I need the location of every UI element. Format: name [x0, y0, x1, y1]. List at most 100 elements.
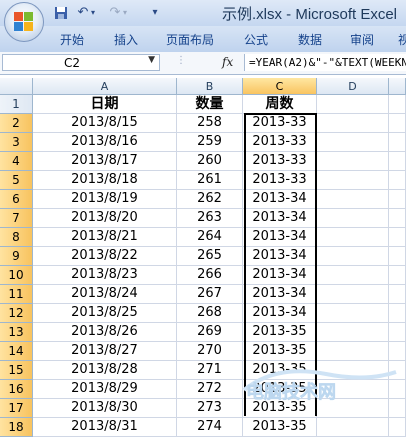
cell-empty[interactable] [389, 399, 406, 418]
cell-quantity[interactable]: 258 [177, 114, 243, 133]
cell-week[interactable]: 2013-35 [243, 342, 317, 361]
cell-quantity[interactable]: 数量 [177, 95, 243, 114]
cell-week[interactable]: 2013-35 [243, 323, 317, 342]
cell-empty[interactable] [389, 418, 406, 437]
row-header[interactable]: 10 [0, 266, 33, 285]
row-header[interactable]: 3 [0, 133, 33, 152]
cell-week[interactable]: 2013-35 [243, 399, 317, 418]
insert-function-button[interactable]: fx [222, 55, 233, 69]
splitter-icon[interactable]: ⋮ [176, 55, 186, 66]
column-header-c[interactable]: C [243, 78, 317, 95]
cell-empty[interactable] [389, 266, 406, 285]
row-header[interactable]: 18 [0, 418, 33, 437]
cell-empty[interactable] [389, 171, 406, 190]
cell-quantity[interactable]: 264 [177, 228, 243, 247]
column-header-b[interactable]: B [177, 78, 243, 95]
column-header-a[interactable]: A [33, 78, 177, 95]
cell-date[interactable]: 2013/8/19 [33, 190, 177, 209]
cell-week[interactable]: 2013-34 [243, 247, 317, 266]
row-header[interactable]: 5 [0, 171, 33, 190]
cell-date[interactable]: 2013/8/20 [33, 209, 177, 228]
cell-quantity[interactable]: 269 [177, 323, 243, 342]
cell-empty[interactable] [317, 152, 389, 171]
cell-week[interactable]: 2013-33 [243, 133, 317, 152]
cell-week[interactable]: 2013-34 [243, 228, 317, 247]
cell-quantity[interactable]: 263 [177, 209, 243, 228]
cell-date[interactable]: 2013/8/31 [33, 418, 177, 437]
cell-empty[interactable] [389, 114, 406, 133]
cell-date[interactable]: 2013/8/28 [33, 361, 177, 380]
cell-quantity[interactable]: 259 [177, 133, 243, 152]
tab-home[interactable]: 开始 [60, 31, 84, 48]
cell-week[interactable]: 2013-34 [243, 304, 317, 323]
cell-date[interactable]: 2013/8/18 [33, 171, 177, 190]
cell-empty[interactable] [317, 418, 389, 437]
row-header[interactable]: 13 [0, 323, 33, 342]
cell-empty[interactable] [317, 380, 389, 399]
name-box[interactable]: C2 ▼ [2, 54, 160, 71]
formula-input[interactable]: =YEAR(A2)&"-"&TEXT(WEEKNUM(A2),"00") [244, 54, 406, 71]
cell-empty[interactable] [389, 342, 406, 361]
cell-quantity[interactable]: 272 [177, 380, 243, 399]
cell-date[interactable]: 2013/8/24 [33, 285, 177, 304]
cell-empty[interactable] [389, 228, 406, 247]
row-header[interactable]: 16 [0, 380, 33, 399]
row-header[interactable]: 2 [0, 114, 33, 133]
cell-date[interactable]: 2013/8/17 [33, 152, 177, 171]
cell-quantity[interactable]: 261 [177, 171, 243, 190]
cell-empty[interactable] [389, 285, 406, 304]
row-header[interactable]: 8 [0, 228, 33, 247]
row-header[interactable]: 6 [0, 190, 33, 209]
cell-empty[interactable] [317, 285, 389, 304]
row-header[interactable]: 11 [0, 285, 33, 304]
cell-week[interactable]: 2013-34 [243, 190, 317, 209]
cell-empty[interactable] [317, 304, 389, 323]
cell-quantity[interactable]: 266 [177, 266, 243, 285]
cell-week[interactable]: 2013-33 [243, 171, 317, 190]
cell-quantity[interactable]: 265 [177, 247, 243, 266]
chevron-down-icon[interactable]: ▼ [148, 55, 155, 65]
cell-quantity[interactable]: 274 [177, 418, 243, 437]
tab-data[interactable]: 数据 [298, 31, 322, 48]
cell-week[interactable]: 2013-33 [243, 114, 317, 133]
cell-empty[interactable] [317, 209, 389, 228]
cell-empty[interactable] [317, 114, 389, 133]
column-header-e[interactable] [389, 78, 406, 95]
cell-empty[interactable] [317, 342, 389, 361]
select-all-corner[interactable] [0, 78, 33, 95]
cell-week[interactable]: 2013-34 [243, 209, 317, 228]
cell-empty[interactable] [389, 304, 406, 323]
cell-week[interactable]: 2013-34 [243, 285, 317, 304]
cell-week[interactable]: 2013-33 [243, 152, 317, 171]
cell-date[interactable]: 2013/8/29 [33, 380, 177, 399]
tab-insert[interactable]: 插入 [114, 31, 138, 48]
cell-date[interactable]: 2013/8/23 [33, 266, 177, 285]
cell-date[interactable]: 日期 [33, 95, 177, 114]
cell-empty[interactable] [389, 247, 406, 266]
cell-empty[interactable] [317, 361, 389, 380]
row-header[interactable]: 1 [0, 95, 33, 114]
cell-week[interactable]: 2013-35 [243, 380, 317, 399]
cell-empty[interactable] [389, 380, 406, 399]
save-icon[interactable] [52, 4, 70, 22]
row-header[interactable]: 7 [0, 209, 33, 228]
cell-empty[interactable] [389, 190, 406, 209]
tab-page-layout[interactable]: 页面布局 [166, 31, 214, 48]
cell-empty[interactable] [317, 266, 389, 285]
column-header-d[interactable]: D [317, 78, 389, 95]
cell-empty[interactable] [317, 133, 389, 152]
cell-quantity[interactable]: 271 [177, 361, 243, 380]
cell-date[interactable]: 2013/8/30 [33, 399, 177, 418]
cell-date[interactable]: 2013/8/15 [33, 114, 177, 133]
cell-empty[interactable] [317, 247, 389, 266]
row-header[interactable]: 15 [0, 361, 33, 380]
cell-week[interactable]: 2013-35 [243, 361, 317, 380]
row-header[interactable]: 14 [0, 342, 33, 361]
cell-date[interactable]: 2013/8/16 [33, 133, 177, 152]
cell-empty[interactable] [389, 152, 406, 171]
cell-empty[interactable] [389, 361, 406, 380]
cell-week[interactable]: 2013-34 [243, 266, 317, 285]
cell-date[interactable]: 2013/8/22 [33, 247, 177, 266]
cell-empty[interactable] [317, 323, 389, 342]
row-header[interactable]: 9 [0, 247, 33, 266]
